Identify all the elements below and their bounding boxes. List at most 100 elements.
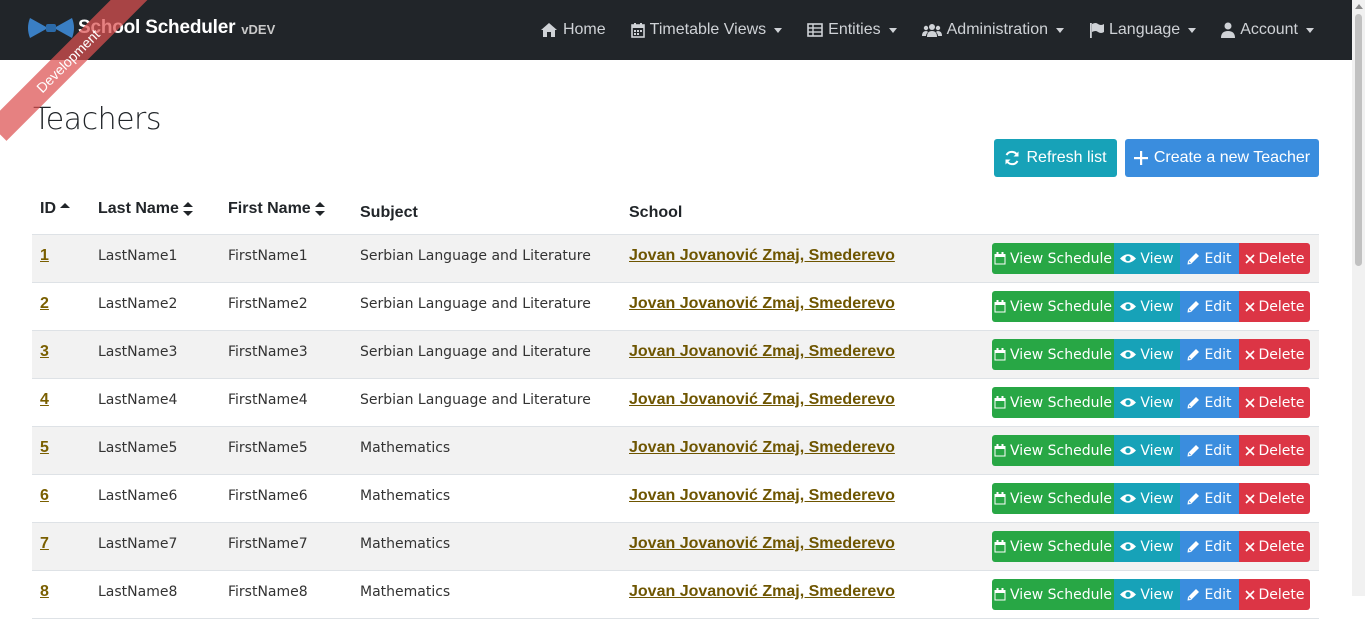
brand[interactable]: School Scheduler vDEV: [28, 14, 275, 42]
delete-button[interactable]: Delete: [1239, 579, 1310, 610]
teacher-id-link[interactable]: 2: [40, 295, 49, 313]
view-schedule-button[interactable]: View Schedule: [992, 339, 1114, 370]
view-button[interactable]: View: [1114, 579, 1180, 610]
subject-cell: Mathematics: [360, 584, 451, 600]
school-link[interactable]: Jovan Jovanović Zmaj, Smederevo: [629, 343, 895, 361]
page-scrollbar[interactable]: [1352, 0, 1365, 596]
column-label: First Name: [228, 200, 311, 217]
column-label: School: [629, 204, 683, 221]
view-schedule-label: View Schedule: [1009, 538, 1112, 555]
calendar-icon: [994, 348, 1006, 361]
row-actions: View Schedule View Edit Delete: [992, 387, 1310, 418]
school-link[interactable]: Jovan Jovanović Zmaj, Smederevo: [629, 247, 895, 265]
table-row: 2 LastName2 FirstName2 Serbian Language …: [32, 283, 1319, 331]
school-link[interactable]: Jovan Jovanović Zmaj, Smederevo: [629, 487, 895, 505]
last-name-cell: LastName6: [98, 488, 178, 504]
last-name-cell: LastName2: [98, 296, 178, 312]
column-header-last-name[interactable]: Last Name: [98, 200, 193, 218]
subject-cell: Serbian Language and Literature: [360, 344, 591, 360]
teacher-id-link[interactable]: 6: [40, 487, 49, 505]
teacher-id-link[interactable]: 7: [40, 535, 49, 553]
teacher-id-link[interactable]: 4: [40, 391, 49, 409]
sort-icon: [182, 202, 193, 216]
scroll-up-arrow-icon[interactable]: [1355, 4, 1363, 9]
view-button[interactable]: View: [1114, 339, 1180, 370]
edit-button[interactable]: Edit: [1180, 387, 1239, 418]
teachers-table: ID Last Name First Name Subject School 1…: [32, 190, 1319, 619]
view-button[interactable]: View: [1114, 483, 1180, 514]
nav-item-administration[interactable]: Administration: [921, 21, 1064, 39]
nav-label: Home: [562, 21, 606, 38]
edit-button[interactable]: Edit: [1180, 531, 1239, 562]
view-schedule-button[interactable]: View Schedule: [992, 291, 1114, 322]
edit-button[interactable]: Edit: [1180, 483, 1239, 514]
edit-button[interactable]: Edit: [1180, 579, 1239, 610]
school-link[interactable]: Jovan Jovanović Zmaj, Smederevo: [629, 295, 895, 313]
view-label: View: [1140, 250, 1174, 267]
scrollbar-thumb[interactable]: [1355, 14, 1362, 266]
view-schedule-button[interactable]: View Schedule: [992, 579, 1114, 610]
delete-button[interactable]: Delete: [1239, 387, 1310, 418]
row-actions: View Schedule View Edit Delete: [992, 579, 1310, 610]
column-header-first-name[interactable]: First Name: [228, 200, 325, 218]
view-button[interactable]: View: [1114, 435, 1180, 466]
school-link[interactable]: Jovan Jovanović Zmaj, Smederevo: [629, 439, 895, 457]
chevron-down-icon: [1306, 27, 1314, 33]
calendar-icon: [994, 252, 1006, 265]
brand-version: vDEV: [241, 22, 276, 37]
edit-button[interactable]: Edit: [1180, 291, 1239, 322]
nav-item-timetable-views[interactable]: Timetable Views: [630, 21, 783, 39]
delete-label: Delete: [1258, 298, 1305, 315]
view-button[interactable]: View: [1114, 387, 1180, 418]
school-link[interactable]: Jovan Jovanović Zmaj, Smederevo: [629, 535, 895, 553]
view-button[interactable]: View: [1114, 243, 1180, 274]
teacher-id-link[interactable]: 5: [40, 439, 49, 457]
nav-item-entities[interactable]: Entities: [807, 21, 897, 39]
view-schedule-button[interactable]: View Schedule: [992, 387, 1114, 418]
create-label: Create a new Teacher: [1153, 149, 1311, 166]
view-button[interactable]: View: [1114, 291, 1180, 322]
delete-button[interactable]: Delete: [1239, 483, 1310, 514]
nav-item-home[interactable]: Home: [540, 21, 606, 39]
nav-label: Entities: [828, 21, 881, 38]
edit-button[interactable]: Edit: [1180, 435, 1239, 466]
last-name-cell: LastName4: [98, 392, 178, 408]
delete-button[interactable]: Delete: [1239, 435, 1310, 466]
view-button[interactable]: View: [1114, 531, 1180, 562]
school-link[interactable]: Jovan Jovanović Zmaj, Smederevo: [629, 391, 895, 409]
delete-button[interactable]: Delete: [1239, 291, 1310, 322]
school-link[interactable]: Jovan Jovanović Zmaj, Smederevo: [629, 583, 895, 601]
row-actions: View Schedule View Edit Delete: [992, 483, 1310, 514]
refresh-list-button[interactable]: Refresh list: [994, 139, 1117, 177]
delete-button[interactable]: Delete: [1239, 243, 1310, 274]
table-row: 3 LastName3 FirstName3 Serbian Language …: [32, 331, 1319, 379]
view-schedule-button[interactable]: View Schedule: [992, 243, 1114, 274]
nav-item-language[interactable]: Language: [1089, 21, 1197, 39]
edit-button[interactable]: Edit: [1180, 243, 1239, 274]
row-actions: View Schedule View Edit Delete: [992, 531, 1310, 562]
pencil-icon: [1187, 541, 1200, 553]
teacher-id-link[interactable]: 1: [40, 247, 49, 265]
view-schedule-label: View Schedule: [1009, 442, 1112, 459]
teacher-id-link[interactable]: 3: [40, 343, 49, 361]
last-name-cell: LastName5: [98, 440, 178, 456]
delete-button[interactable]: Delete: [1239, 339, 1310, 370]
nav-item-account[interactable]: Account: [1221, 21, 1314, 39]
last-name-cell: LastName7: [98, 536, 178, 552]
eye-icon: [1120, 590, 1137, 599]
edit-button[interactable]: Edit: [1180, 339, 1239, 370]
view-label: View: [1140, 442, 1174, 459]
subject-cell: Serbian Language and Literature: [360, 296, 591, 312]
row-actions: View Schedule View Edit Delete: [992, 243, 1310, 274]
subject-cell: Mathematics: [360, 488, 451, 504]
view-schedule-button[interactable]: View Schedule: [992, 435, 1114, 466]
column-header-id[interactable]: ID: [40, 200, 70, 218]
logo-icon: [28, 18, 74, 38]
column-label: Last Name: [98, 200, 179, 217]
nav-label: Administration: [946, 21, 1048, 38]
delete-button[interactable]: Delete: [1239, 531, 1310, 562]
view-schedule-button[interactable]: View Schedule: [992, 531, 1114, 562]
create-teacher-button[interactable]: Create a new Teacher: [1125, 139, 1319, 177]
teacher-id-link[interactable]: 8: [40, 583, 49, 601]
view-schedule-button[interactable]: View Schedule: [992, 483, 1114, 514]
